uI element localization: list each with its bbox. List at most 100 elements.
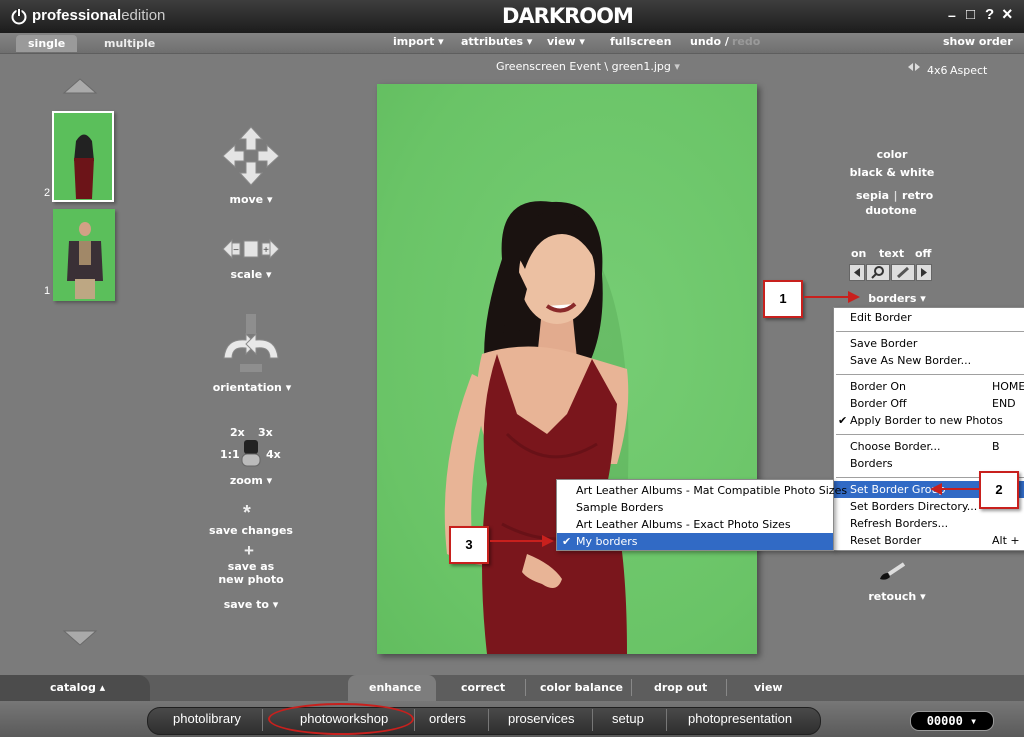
scroll-down-icon[interactable]	[62, 627, 98, 652]
color-mode-color[interactable]: color	[862, 148, 922, 161]
text-on-label: on	[851, 247, 867, 260]
help-button[interactable]: ?	[985, 6, 994, 23]
menu-choose-border[interactable]: Choose Border... B	[834, 438, 1024, 455]
dock-photolibrary[interactable]: photolibrary	[173, 711, 241, 726]
attributes-menu[interactable]: attributes ▾	[461, 35, 532, 48]
tab-drop-out[interactable]: drop out	[654, 681, 707, 694]
dock: photolibrary photoworkshop orders proser…	[0, 701, 1024, 737]
menu-item-label: Reset Border	[850, 534, 922, 547]
text-pencil-icon[interactable]	[891, 264, 915, 281]
checkmark-icon: ✔	[562, 535, 572, 548]
text-next-icon[interactable]	[916, 264, 932, 281]
tab-view[interactable]: view	[754, 681, 783, 694]
scale-icon[interactable]: − +	[222, 236, 280, 267]
submenu-my-borders[interactable]: ✔ My borders	[557, 533, 833, 550]
submenu-sample-borders[interactable]: Sample Borders	[557, 499, 833, 516]
fullscreen-button[interactable]: fullscreen	[610, 35, 671, 48]
asterisk-icon: *	[243, 502, 251, 524]
zoom-4x-button[interactable]: 4x	[266, 448, 281, 461]
dock-photopresentation[interactable]: photopresentation	[688, 711, 792, 726]
thumbnail-2[interactable]	[52, 111, 114, 202]
minimize-button[interactable]: –	[948, 7, 956, 23]
borders-context-menu: Edit Border Save Border Save As New Bord…	[833, 307, 1024, 551]
aspect-size[interactable]: 4x6	[927, 64, 948, 77]
zoom-3x-button[interactable]: 3x	[258, 426, 273, 439]
color-mode-retro[interactable]: retro	[902, 189, 933, 202]
text-prev-icon[interactable]	[849, 264, 865, 281]
tab-single[interactable]: single	[16, 35, 78, 52]
menu-item-label: Art Leather Albums - Mat Compatible Phot…	[576, 484, 848, 497]
menu-refresh-borders[interactable]: Refresh Borders...	[834, 515, 1024, 532]
zoom-lens-icon[interactable]	[240, 440, 262, 473]
tab-color-balance[interactable]: color balance	[540, 681, 623, 694]
menu-shortcut: HOME	[992, 380, 1024, 393]
move-menu[interactable]: move ▾	[221, 193, 281, 206]
aspect-next-icon[interactable]	[915, 63, 920, 71]
chevron-down-icon[interactable]: ▾	[674, 60, 680, 73]
save-to-menu[interactable]: save to ▾	[211, 598, 291, 611]
retouch-brush-icon[interactable]	[876, 561, 908, 588]
thumbnail-1[interactable]	[53, 209, 115, 301]
orientation-icon[interactable]	[220, 314, 282, 381]
tab-enhance-label[interactable]: enhance	[369, 681, 421, 694]
tab-correct[interactable]: correct	[461, 681, 505, 694]
submenu-art-leather-mat[interactable]: Art Leather Albums - Mat Compatible Phot…	[557, 482, 847, 499]
dock-divider	[592, 709, 593, 731]
menu-borders[interactable]: Borders	[834, 455, 1024, 472]
tab-multiple[interactable]: multiple	[92, 35, 167, 52]
orientation-menu[interactable]: orientation ▾	[212, 381, 292, 394]
menu-edit-border[interactable]: Edit Border	[834, 309, 1024, 326]
photo-canvas[interactable]	[377, 84, 757, 654]
move-icon[interactable]	[222, 126, 280, 191]
photo-subject	[444, 201, 629, 654]
dock-divider	[666, 709, 667, 731]
menu-apply-border-new-photos[interactable]: ✔ Apply Border to new Photos	[834, 412, 1024, 429]
menu-save-as-new-border[interactable]: Save As New Border...	[834, 352, 1024, 369]
color-mode-duotone[interactable]: duotone	[856, 204, 926, 217]
retouch-menu[interactable]: retouch ▾	[862, 590, 932, 603]
dock-proservices[interactable]: proservices	[508, 711, 574, 726]
undo-button[interactable]: undo /	[690, 35, 729, 48]
checkmark-icon: ✔	[838, 414, 848, 427]
menu-save-border[interactable]: Save Border	[834, 335, 1024, 352]
menu-border-on[interactable]: Border On HOME	[834, 378, 1024, 395]
dock-setup[interactable]: setup	[612, 711, 644, 726]
show-order-button[interactable]: show order	[943, 35, 1013, 48]
aspect-prev-icon[interactable]	[908, 63, 913, 71]
text-label: text	[879, 247, 905, 260]
dock-divider	[414, 709, 415, 731]
menu-border-off[interactable]: Border Off END	[834, 395, 1024, 412]
maximize-button[interactable]: □	[966, 6, 975, 23]
breadcrumb[interactable]: Greenscreen Event \ green1.jpg ▾	[496, 60, 680, 73]
save-as-button[interactable]: save as	[201, 560, 301, 573]
app-logo: DARKROOM	[502, 4, 634, 28]
redo-button[interactable]: redo	[732, 35, 760, 48]
save-as-new-photo-label[interactable]: new photo	[201, 573, 301, 586]
color-mode-sepia[interactable]: sepia	[856, 189, 889, 202]
tab-divider	[726, 679, 727, 696]
catalog-toggle[interactable]: catalog ▴	[50, 681, 105, 694]
tab-divider	[631, 679, 632, 696]
highlight-ellipse	[268, 703, 414, 735]
view-menu[interactable]: view ▾	[547, 35, 585, 48]
color-mode-bw[interactable]: black & white	[842, 166, 942, 179]
borders-menu[interactable]: borders ▾	[862, 292, 932, 305]
scale-menu[interactable]: scale ▾	[221, 268, 281, 281]
menu-shortcut: END	[992, 397, 1016, 410]
order-counter[interactable]: 00000 ▾	[910, 711, 994, 731]
close-button[interactable]: ×	[1002, 4, 1013, 25]
submenu-art-leather-exact[interactable]: Art Leather Albums - Exact Photo Sizes	[557, 516, 833, 533]
scroll-up-icon[interactable]	[62, 77, 98, 102]
import-menu[interactable]: import ▾	[393, 35, 444, 48]
dock-orders[interactable]: orders	[429, 711, 466, 726]
zoom-1-1-button[interactable]: 1:1	[220, 448, 240, 461]
text-search-icon[interactable]	[866, 264, 890, 281]
border-group-submenu: Art Leather Albums - Mat Compatible Phot…	[556, 479, 847, 551]
menu-item-label: Borders	[850, 457, 893, 470]
save-changes-button[interactable]: save changes	[201, 524, 301, 537]
zoom-2x-button[interactable]: 2x	[230, 426, 245, 439]
zoom-menu[interactable]: zoom ▾	[221, 474, 281, 487]
menu-reset-border[interactable]: Reset Border Alt + R	[834, 532, 1024, 549]
power-icon[interactable]	[10, 7, 28, 25]
color-mode-row: sepia | retro	[856, 186, 933, 204]
